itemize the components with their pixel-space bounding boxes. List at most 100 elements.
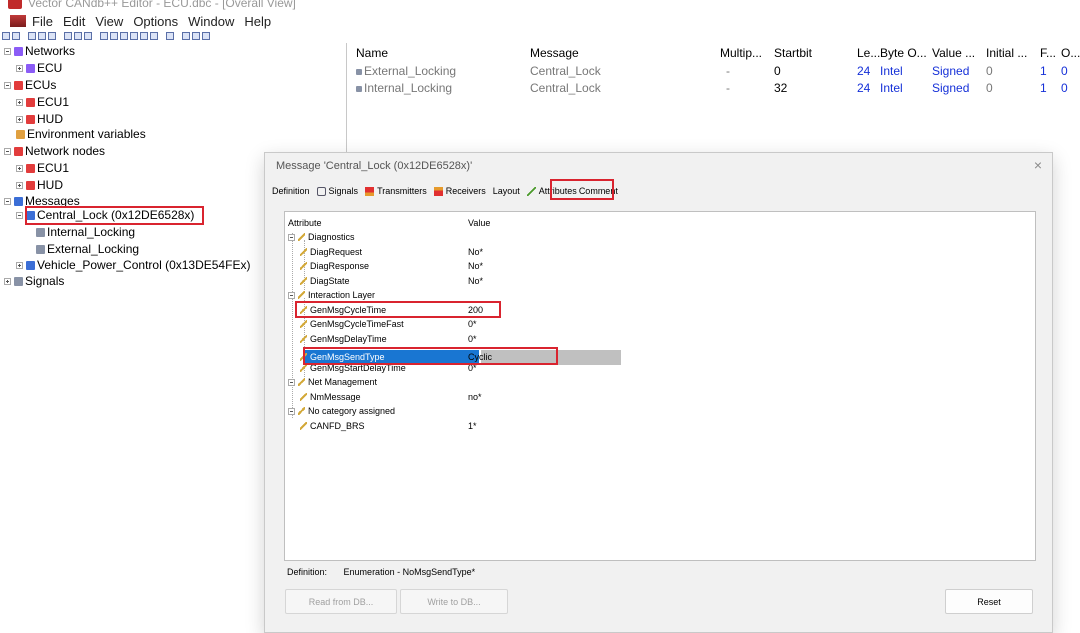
collapse-icon[interactable] — [4, 82, 11, 89]
attribute-row[interactable]: DiagState No* — [285, 274, 1037, 289]
view-5-icon[interactable] — [140, 32, 148, 40]
tree-ecu1[interactable]: ECU1 — [16, 94, 69, 111]
col-byte-order[interactable]: Byte O... — [880, 45, 927, 62]
menu-edit[interactable]: Edit — [63, 14, 85, 29]
tree-ecus[interactable]: ECUs — [4, 77, 56, 94]
copy-icon[interactable] — [38, 32, 46, 40]
canoe-editor-window: Vector CANdb++ Editor - ECU.dbc - [Overa… — [0, 0, 1080, 633]
menu-view[interactable]: View — [95, 14, 123, 29]
close-icon[interactable]: × — [1034, 157, 1042, 173]
view-3-icon[interactable] — [120, 32, 128, 40]
ecu-icon — [26, 98, 35, 107]
menu-help[interactable]: Help — [244, 14, 271, 29]
expand-icon[interactable] — [4, 278, 11, 285]
expand-icon[interactable] — [16, 116, 23, 123]
view-2-icon[interactable] — [110, 32, 118, 40]
collapse-icon[interactable] — [288, 407, 295, 415]
attribute-category[interactable]: Net Management — [285, 375, 1037, 390]
tree-node-hud[interactable]: HUD — [16, 177, 63, 194]
open-icon[interactable] — [2, 32, 10, 40]
collapse-icon[interactable] — [288, 291, 295, 299]
collapse-icon[interactable] — [4, 48, 11, 55]
tree-network-nodes[interactable]: Network nodes — [4, 143, 105, 160]
view-1-icon[interactable] — [100, 32, 108, 40]
menu-window[interactable]: Window — [188, 14, 234, 29]
layout-1-icon[interactable] — [182, 32, 190, 40]
tree-external-locking[interactable]: External_Locking — [36, 241, 139, 258]
tree-env-vars[interactable]: Environment variables — [16, 126, 146, 143]
tree-network-ecu[interactable]: ECU — [16, 60, 62, 77]
expand-icon[interactable] — [16, 99, 23, 106]
col-length[interactable]: Le... — [857, 45, 880, 62]
col-offset[interactable]: O... — [1061, 45, 1080, 62]
expand-icon[interactable] — [16, 262, 23, 269]
tab-transmitters[interactable]: Transmitters — [365, 186, 427, 196]
collapse-icon[interactable] — [4, 198, 11, 205]
attribute-category[interactable]: No category assigned — [285, 404, 1037, 419]
node-icon — [26, 181, 35, 190]
highlight-send-type — [303, 347, 558, 365]
attribute-row[interactable]: GenMsgDelayTime 0* — [285, 332, 1037, 347]
attribute-icon — [298, 378, 305, 387]
cell-byte-order: Intel — [880, 64, 903, 78]
expand-icon[interactable] — [16, 182, 23, 189]
tab-receivers[interactable]: Receivers — [433, 186, 486, 196]
tree-internal-locking[interactable]: Internal_Locking — [36, 224, 135, 241]
col-multiplexor[interactable]: Multip... — [720, 45, 762, 62]
grid-row[interactable]: Internal_Locking Central_Lock - 32 24 In… — [350, 80, 1080, 97]
tree-networks[interactable]: Networks — [4, 43, 75, 60]
expand-icon[interactable] — [16, 65, 23, 72]
signal-grid: Name Message Multip... Startbit Le... By… — [350, 43, 1080, 153]
col-name[interactable]: Name — [356, 45, 388, 62]
collapse-icon[interactable] — [4, 148, 11, 155]
attribute-row[interactable]: NmMessage no* — [285, 390, 1037, 405]
delete-icon[interactable] — [74, 32, 82, 40]
write-to-db-button[interactable]: Write to DB... — [400, 589, 508, 614]
tab-layout[interactable]: Layout — [493, 186, 520, 196]
read-from-db-button[interactable]: Read from DB... — [285, 589, 397, 614]
attribute-icon — [300, 422, 307, 431]
layout-3-icon[interactable] — [202, 32, 210, 40]
view-6-icon[interactable] — [150, 32, 158, 40]
attribute-icon — [300, 335, 307, 344]
paste-icon[interactable] — [48, 32, 56, 40]
attribute-icon — [300, 320, 307, 329]
grid-row[interactable]: External_Locking Central_Lock - 0 24 Int… — [350, 63, 1080, 80]
app-icon — [8, 0, 22, 9]
new-object-icon[interactable] — [64, 32, 72, 40]
tree-vehicle-power[interactable]: Vehicle_Power_Control (0x13DE54FEx) — [16, 257, 250, 274]
attribute-row[interactable]: DiagResponse No* — [285, 259, 1037, 274]
collapse-icon[interactable] — [16, 212, 23, 219]
properties-icon[interactable] — [84, 32, 92, 40]
menu-file[interactable]: File — [32, 14, 53, 29]
signal-icon — [356, 69, 362, 75]
col-startbit[interactable]: Startbit — [774, 45, 812, 62]
collapse-icon[interactable] — [288, 233, 295, 241]
highlight-central-lock — [25, 206, 204, 225]
col-factor[interactable]: F... — [1040, 45, 1056, 62]
layout-2-icon[interactable] — [192, 32, 200, 40]
view-4-icon[interactable] — [130, 32, 138, 40]
col-initial[interactable]: Initial ... — [986, 45, 1027, 62]
save-icon[interactable] — [12, 32, 20, 40]
menu-options[interactable]: Options — [133, 14, 178, 29]
cut-icon[interactable] — [28, 32, 36, 40]
tree-signals[interactable]: Signals — [4, 273, 64, 290]
attribute-row[interactable]: DiagRequest No* — [285, 245, 1037, 260]
filter-icon[interactable] — [166, 32, 174, 40]
attribute-icon — [298, 233, 305, 242]
attribute-category[interactable]: Diagnostics — [285, 230, 1037, 245]
expand-icon[interactable] — [16, 165, 23, 172]
attribute-row[interactable]: CANFD_BRS 1* — [285, 419, 1037, 434]
tab-definition[interactable]: Definition — [272, 186, 310, 196]
tree-node-ecu1[interactable]: ECU1 — [16, 160, 69, 177]
col-message[interactable]: Message — [530, 45, 579, 62]
reset-button[interactable]: Reset — [945, 589, 1033, 614]
collapse-icon[interactable] — [288, 378, 295, 386]
col-attribute[interactable]: Attribute — [288, 216, 322, 231]
col-value[interactable]: Value — [468, 216, 490, 231]
tab-signals[interactable]: Signals — [316, 186, 358, 196]
attribute-row[interactable]: GenMsgCycleTimeFast 0* — [285, 317, 1037, 332]
col-value-type[interactable]: Value ... — [932, 45, 975, 62]
definition-label: Definition: — [287, 567, 328, 577]
